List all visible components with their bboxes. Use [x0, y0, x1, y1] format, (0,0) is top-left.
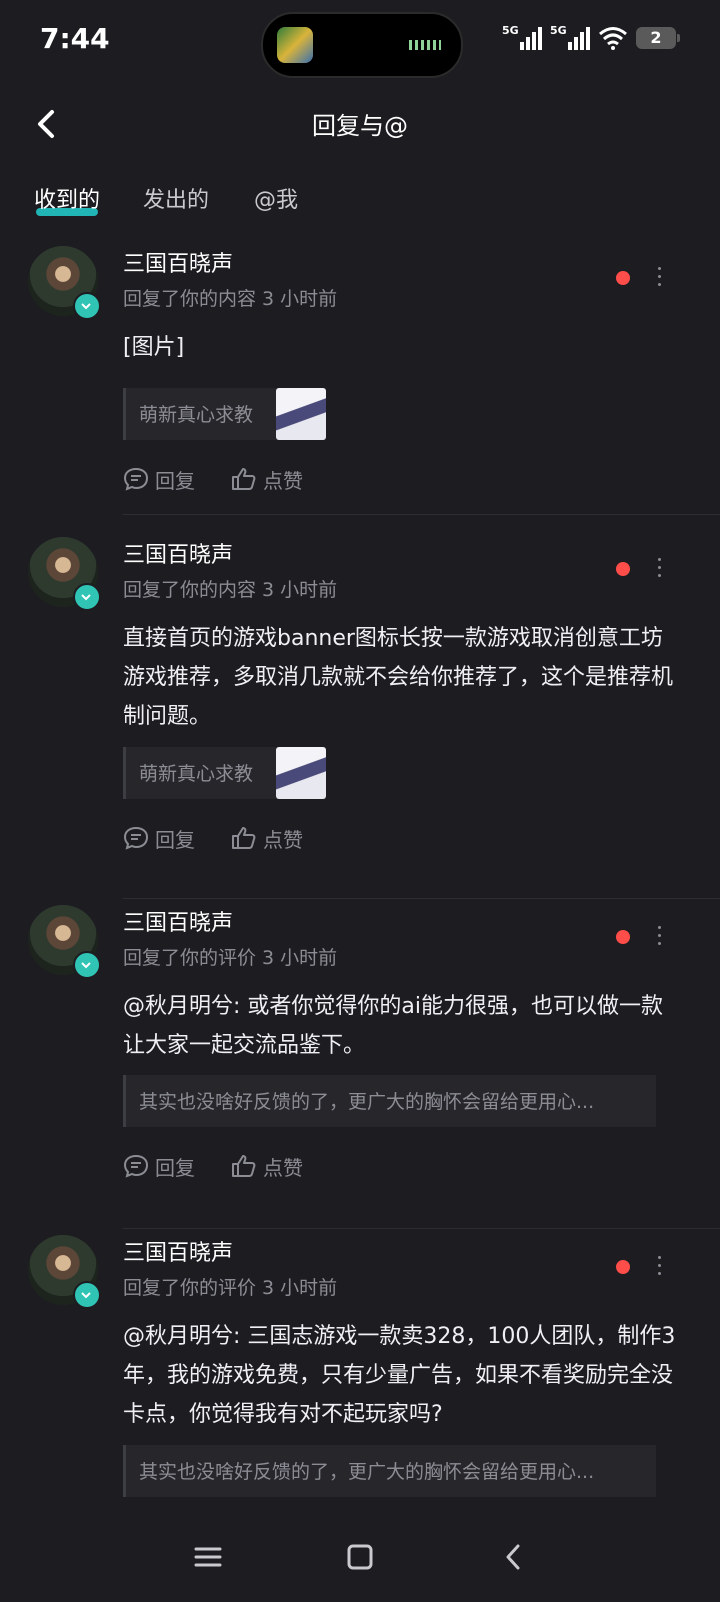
tab-mentions[interactable]: @我 — [254, 182, 298, 214]
reply-label: 回复 — [155, 468, 195, 493]
quoted-text: 其实也没啥好反馈的了，更广大的胸怀会留给更用心... — [139, 1091, 595, 1113]
quoted-post[interactable]: 萌新真心求教 — [123, 388, 326, 440]
verified-badge-icon — [73, 292, 101, 320]
dynamic-island[interactable] — [261, 12, 463, 78]
user-name[interactable]: 三国百晓声 — [123, 537, 233, 569]
reply-meta: 回复了你的内容 3 小时前 — [123, 579, 338, 601]
status-time: 7:44 — [40, 22, 110, 55]
quoted-post[interactable]: 萌新真心求教 — [123, 747, 326, 799]
unread-dot — [616, 1260, 630, 1274]
battery-icon: 2 — [636, 27, 680, 49]
quoted-post[interactable]: 其实也没啥好反馈的了，更广大的胸怀会留给更用心... — [123, 1445, 656, 1497]
quoted-thumbnail — [276, 747, 326, 799]
cellular-signal-icon: 5G — [502, 24, 542, 50]
reply-label: 回复 — [155, 827, 195, 852]
reply-content: @秋月明兮: 或者你觉得你的ai能力很强，也可以做一款让大家一起交流品鉴下。 — [123, 994, 664, 1058]
like-button[interactable]: 点赞 — [231, 1151, 303, 1181]
page-header: 回复与@ — [0, 90, 720, 160]
verified-badge-icon — [73, 583, 101, 611]
tab-received[interactable]: 收到的 — [34, 182, 100, 216]
user-name[interactable]: 三国百晓声 — [123, 1235, 233, 1267]
list-item[interactable]: 三国百晓声 回复了你的评价 3 小时前 @秋月明兮: 三国志游戏一款卖328，1… — [28, 1229, 720, 1519]
more-options-icon[interactable] — [656, 926, 662, 948]
unread-dot — [616, 271, 630, 285]
quoted-text: 萌新真心求教 — [139, 404, 254, 426]
status-bar: 7:44 5G 5G 2 — [0, 0, 720, 80]
reply-content: 直接首页的游戏banner图标长按一款游戏取消创意工坊游戏推荐，多取消几款就不会… — [123, 626, 674, 729]
list-item[interactable]: 三国百晓声 回复了你的内容 3 小时前 [图片] 萌新真心求教 回复 点赞 — [28, 240, 720, 515]
action-row: 回复 点赞 — [123, 823, 303, 853]
cellular-signal-icon-2: 5G — [550, 24, 590, 50]
verified-badge-icon — [73, 1281, 101, 1309]
comment-icon — [123, 1154, 149, 1178]
more-options-icon[interactable] — [656, 267, 662, 289]
more-options-icon[interactable] — [656, 1256, 662, 1278]
comment-icon — [123, 467, 149, 491]
unread-dot — [616, 562, 630, 576]
reply-button[interactable]: 回复 — [123, 1151, 195, 1181]
user-name[interactable]: 三国百晓声 — [123, 905, 233, 937]
reply-meta: 回复了你的评价 3 小时前 — [123, 947, 338, 969]
network-type-label-2: 5G — [550, 24, 567, 37]
user-name[interactable]: 三国百晓声 — [123, 246, 233, 278]
reply-content: [图片] — [123, 335, 185, 360]
tab-sent[interactable]: 发出的 — [143, 182, 209, 214]
thumbs-up-icon — [232, 827, 256, 849]
reply-label: 回复 — [155, 1155, 195, 1180]
list-item[interactable]: 三国百晓声 回复了你的评价 3 小时前 @秋月明兮: 或者你觉得你的ai能力很强… — [28, 899, 720, 1229]
reply-list: 三国百晓声 回复了你的内容 3 小时前 [图片] 萌新真心求教 回复 点赞 三国… — [0, 240, 720, 1519]
more-options-icon[interactable] — [656, 558, 662, 580]
like-label: 点赞 — [263, 468, 303, 493]
action-row: 回复 点赞 — [123, 464, 303, 494]
tab-bar: 收到的 发出的 @我 — [0, 178, 720, 238]
thumbs-up-icon — [232, 468, 256, 490]
network-type-label: 5G — [502, 24, 519, 37]
home-icon[interactable] — [340, 1537, 380, 1577]
like-label: 点赞 — [263, 827, 303, 852]
like-button[interactable]: 点赞 — [231, 823, 303, 853]
like-label: 点赞 — [263, 1155, 303, 1180]
reply-meta: 回复了你的评价 3 小时前 — [123, 1277, 338, 1299]
like-button[interactable]: 点赞 — [231, 464, 303, 494]
reply-button[interactable]: 回复 — [123, 823, 195, 853]
reply-meta: 回复了你的内容 3 小时前 — [123, 288, 338, 310]
menu-icon[interactable] — [188, 1537, 228, 1577]
thumbs-up-icon — [232, 1155, 256, 1177]
system-icons: 5G 5G 2 — [502, 24, 680, 50]
reply-content: @秋月明兮: 三国志游戏一款卖328，100人团队，制作3年，我的游戏免费，只有… — [123, 1324, 676, 1427]
comment-icon — [123, 826, 149, 850]
page-title: 回复与@ — [312, 112, 408, 140]
quoted-post[interactable]: 其实也没啥好反馈的了，更广大的胸怀会留给更用心... — [123, 1075, 656, 1127]
quoted-thumbnail — [276, 388, 326, 440]
quoted-text: 其实也没啥好反馈的了，更广大的胸怀会留给更用心... — [139, 1461, 595, 1483]
action-row: 回复 点赞 — [123, 1151, 303, 1181]
unread-dot — [616, 930, 630, 944]
reply-button[interactable]: 回复 — [123, 464, 195, 494]
back-icon[interactable] — [494, 1537, 534, 1577]
system-nav-bar — [0, 1515, 720, 1602]
audio-activity-icon — [409, 40, 441, 50]
game-app-icon — [277, 27, 313, 63]
list-item[interactable]: 三国百晓声 回复了你的内容 3 小时前 直接首页的游戏banner图标长按一款游… — [28, 531, 720, 899]
wifi-icon — [599, 27, 627, 50]
verified-badge-icon — [73, 951, 101, 979]
quoted-text: 萌新真心求教 — [139, 763, 254, 785]
